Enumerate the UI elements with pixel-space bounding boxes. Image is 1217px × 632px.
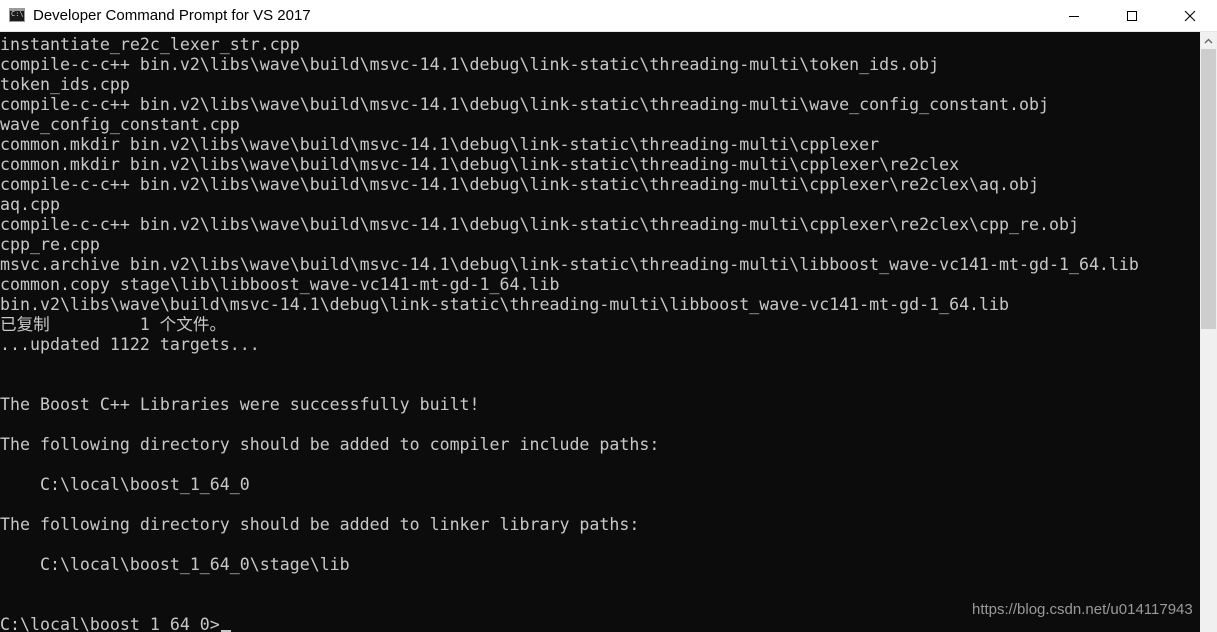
console-line: compile-c-c++ bin.v2\libs\wave\build\msv… [0, 215, 1079, 234]
console-line: compile-c-c++ bin.v2\libs\wave\build\msv… [0, 95, 1049, 114]
watermark: https://blog.csdn.net/u014117943 [972, 601, 1193, 618]
console-line: common.copy stage\lib\libboost_wave-vc14… [0, 275, 560, 294]
console-line: The following directory should be added … [0, 435, 660, 454]
command-prompt: C:\local\boost_1_64_0> [0, 615, 220, 632]
minimize-button[interactable] [1045, 0, 1103, 31]
console-line: ...updated 1122 targets... [0, 335, 260, 354]
minimize-icon [1069, 15, 1079, 17]
cmd-icon: C:\ [9, 8, 25, 22]
console-line: compile-c-c++ bin.v2\libs\wave\build\msv… [0, 55, 940, 74]
scroll-up-arrow-icon [1204, 38, 1213, 43]
maximize-button[interactable] [1103, 0, 1161, 31]
scroll-up-button[interactable] [1200, 32, 1217, 49]
close-button[interactable] [1161, 0, 1217, 31]
console-line: The Boost C++ Libraries were successfull… [0, 395, 480, 414]
console-line: C:\local\boost_1_64_0 [0, 475, 250, 494]
console-line: aq.cpp [0, 195, 60, 214]
close-icon [1184, 10, 1196, 21]
console-line: common.mkdir bin.v2\libs\wave\build\msvc… [0, 135, 880, 154]
console-line: instantiate_re2c_lexer_str.cpp [0, 35, 300, 54]
console-output[interactable]: instantiate_re2c_lexer_str.cpp compile-c… [0, 32, 1200, 632]
console-line: compile-c-c++ bin.v2\libs\wave\build\msv… [0, 175, 1039, 194]
console-line: cpp_re.cpp [0, 235, 100, 254]
maximize-icon [1127, 10, 1137, 21]
console-line: 已复制 1 个文件。 [0, 315, 227, 334]
console-line: wave_config_constant.cpp [0, 115, 240, 134]
scrollbar-thumb[interactable] [1201, 49, 1216, 329]
console-line: C:\local\boost_1_64_0\stage\lib [0, 555, 350, 574]
console-line: msvc.archive bin.v2\libs\wave\build\msvc… [0, 255, 1139, 274]
title-bar[interactable]: C:\ Developer Command Prompt for VS 2017 [0, 0, 1217, 32]
console-line: token_ids.cpp [0, 75, 130, 94]
window-title: Developer Command Prompt for VS 2017 [33, 7, 311, 24]
console-line: common.mkdir bin.v2\libs\wave\build\msvc… [0, 155, 960, 174]
console-line: bin.v2\libs\wave\build\msvc-14.1\debug\l… [0, 295, 1010, 314]
vertical-scrollbar[interactable] [1200, 32, 1217, 632]
console-line: The following directory should be added … [0, 515, 640, 534]
command-prompt-line[interactable]: C:\local\boost_1_64_0> [0, 615, 231, 632]
